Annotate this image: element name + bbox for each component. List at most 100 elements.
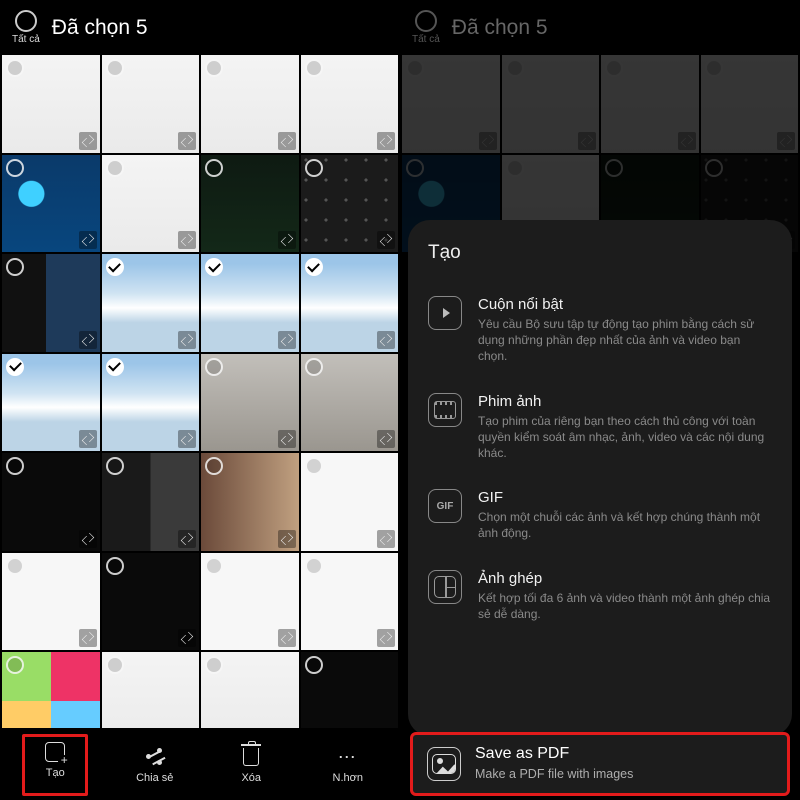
expand-icon[interactable] [178,132,196,150]
checkmark-icon[interactable] [106,258,124,276]
select-circle-icon[interactable] [205,159,223,177]
create-button[interactable]: Tạo [22,734,88,796]
expand-icon[interactable] [377,231,395,249]
photo-thumbnail[interactable] [301,254,399,352]
select-circle-icon[interactable] [506,159,524,177]
photo-thumbnail[interactable] [102,155,200,253]
expand-icon[interactable] [278,231,296,249]
photo-thumbnail[interactable] [201,155,299,253]
expand-icon[interactable] [79,132,97,150]
select-circle-icon[interactable] [6,159,24,177]
select-circle-icon[interactable] [106,557,124,575]
checkmark-icon[interactable] [106,358,124,376]
expand-icon[interactable] [377,331,395,349]
photo-thumbnail[interactable] [2,354,100,452]
expand-icon[interactable] [79,530,97,548]
select-circle-icon[interactable] [506,59,524,77]
create-option-collage[interactable]: Ảnh ghépKết hợp tối đa 6 ảnh và video th… [428,558,772,638]
expand-icon[interactable] [777,132,795,150]
expand-icon[interactable] [377,530,395,548]
create-option-film[interactable]: Phim ảnhTạo phim của riêng bạn theo cách… [428,381,772,478]
select-circle-icon[interactable] [106,59,124,77]
expand-icon[interactable] [278,430,296,448]
photo-thumbnail[interactable] [601,55,699,153]
expand-icon[interactable] [377,132,395,150]
select-circle-icon[interactable] [205,457,223,475]
photo-thumbnail[interactable] [301,553,399,651]
expand-icon[interactable] [79,331,97,349]
select-circle-icon[interactable] [205,656,223,674]
expand-icon[interactable] [278,331,296,349]
expand-icon[interactable] [377,430,395,448]
expand-icon[interactable] [79,430,97,448]
select-circle-icon[interactable] [406,59,424,77]
photo-thumbnail[interactable] [201,55,299,153]
expand-icon[interactable] [178,331,196,349]
photo-thumbnail[interactable] [201,453,299,551]
photo-thumbnail[interactable] [102,553,200,651]
select-circle-icon[interactable] [605,59,623,77]
expand-icon[interactable] [178,231,196,249]
expand-icon[interactable] [79,629,97,647]
select-circle-icon[interactable] [205,358,223,376]
select-circle-icon[interactable] [6,59,24,77]
expand-icon[interactable] [178,629,196,647]
photo-thumbnail[interactable] [102,55,200,153]
expand-icon[interactable] [678,132,696,150]
select-circle-icon[interactable] [205,557,223,575]
checkmark-icon[interactable] [305,258,323,276]
select-circle-icon[interactable] [6,258,24,276]
more-button[interactable]: ⋯ N.hơn [318,746,378,784]
select-circle-icon[interactable] [6,557,24,575]
photo-thumbnail[interactable] [301,55,399,153]
share-button[interactable]: Chia sẻ [125,746,185,784]
select-circle-icon[interactable] [305,557,323,575]
photo-thumbnail[interactable] [102,254,200,352]
select-circle-icon[interactable] [705,59,723,77]
select-circle-icon[interactable] [305,457,323,475]
create-option-gif[interactable]: GIFGIFChọn một chuỗi các ảnh và kết hợp … [428,477,772,557]
photo-thumbnail[interactable] [2,55,100,153]
photo-thumbnail[interactable] [201,354,299,452]
expand-icon[interactable] [178,530,196,548]
photo-thumbnail[interactable] [301,453,399,551]
photo-thumbnail[interactable] [502,55,600,153]
photo-thumbnail[interactable] [2,453,100,551]
select-all-toggle[interactable]: Tất cả [12,10,40,45]
select-circle-icon[interactable] [705,159,723,177]
expand-icon[interactable] [578,132,596,150]
create-option-play[interactable]: Cuộn nổi bậtYêu cầu Bộ sưu tập tự động t… [428,284,772,381]
photo-thumbnail[interactable] [2,155,100,253]
photo-thumbnail[interactable] [2,553,100,651]
photo-thumbnail[interactable] [2,254,100,352]
select-circle-icon[interactable] [406,159,424,177]
save-as-pdf-option[interactable]: Save as PDF Make a PDF file with images [410,732,790,796]
checkmark-icon[interactable] [205,258,223,276]
photo-thumbnail[interactable] [102,453,200,551]
delete-button[interactable]: Xóa [221,746,281,784]
photo-thumbnail[interactable] [701,55,799,153]
photo-thumbnail[interactable] [201,254,299,352]
expand-icon[interactable] [278,629,296,647]
expand-icon[interactable] [278,530,296,548]
select-circle-icon[interactable] [305,358,323,376]
photo-thumbnail[interactable] [301,354,399,452]
select-circle-icon[interactable] [6,656,24,674]
photo-thumbnail[interactable] [201,553,299,651]
select-circle-icon[interactable] [106,457,124,475]
select-circle-icon[interactable] [205,59,223,77]
expand-icon[interactable] [178,430,196,448]
expand-icon[interactable] [79,231,97,249]
select-circle-icon[interactable] [305,656,323,674]
select-circle-icon[interactable] [605,159,623,177]
select-circle-icon[interactable] [106,159,124,177]
checkmark-icon[interactable] [6,358,24,376]
expand-icon[interactable] [278,132,296,150]
expand-icon[interactable] [479,132,497,150]
expand-icon[interactable] [377,629,395,647]
photo-thumbnail[interactable] [301,155,399,253]
photo-thumbnail[interactable] [402,55,500,153]
select-circle-icon[interactable] [305,159,323,177]
select-circle-icon[interactable] [106,656,124,674]
photo-thumbnail[interactable] [102,354,200,452]
